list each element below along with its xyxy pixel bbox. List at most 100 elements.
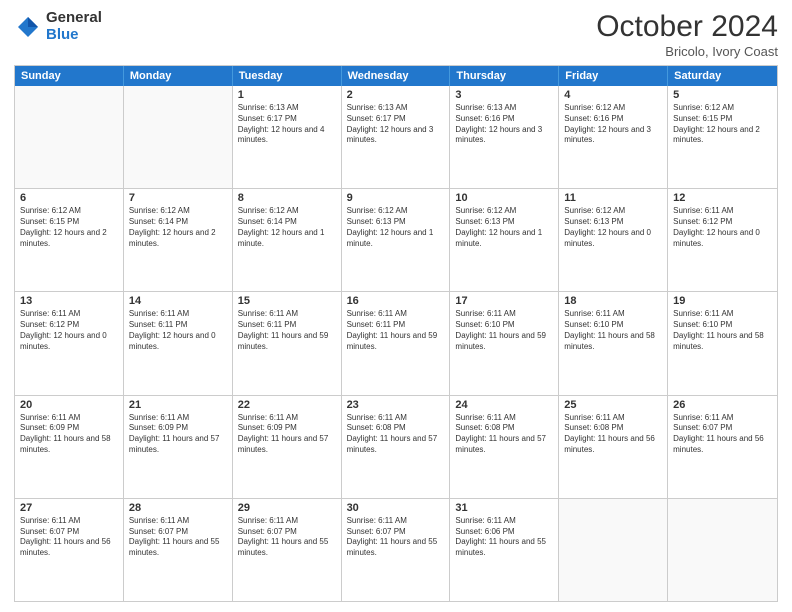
day-header-saturday: Saturday: [668, 66, 777, 86]
calendar-day-15: 15 Sunrise: 6:11 AM Sunset: 6:11 PM Dayli…: [233, 292, 342, 394]
day-header-thursday: Thursday: [450, 66, 559, 86]
calendar-day-13: 13 Sunrise: 6:11 AM Sunset: 6:12 PM Dayli…: [15, 292, 124, 394]
cell-detail: Sunrise: 6:11 AM Sunset: 6:10 PM Dayligh…: [455, 309, 553, 352]
day-number: 22: [238, 399, 336, 411]
day-number: 10: [455, 192, 553, 204]
day-number: 15: [238, 295, 336, 307]
calendar-day-12: 12 Sunrise: 6:11 AM Sunset: 6:12 PM Dayli…: [668, 189, 777, 291]
logo-text: General Blue: [46, 10, 102, 43]
cell-detail: Sunrise: 6:11 AM Sunset: 6:07 PM Dayligh…: [347, 516, 445, 559]
calendar-empty-cell: [559, 499, 668, 601]
day-number: 5: [673, 89, 772, 101]
calendar-day-22: 22 Sunrise: 6:11 AM Sunset: 6:09 PM Dayli…: [233, 396, 342, 498]
calendar-empty-cell: [668, 499, 777, 601]
calendar-day-23: 23Sunrise: 6:11 AM Sunset: 6:08 PM Dayli…: [342, 396, 451, 498]
cell-detail: Sunrise: 6:13 AM Sunset: 6:17 PM Dayligh…: [347, 103, 445, 146]
cell-detail: Sunrise: 6:12 AM Sunset: 6:13 PM Dayligh…: [455, 206, 553, 249]
day-header-friday: Friday: [559, 66, 668, 86]
logo-general: General: [46, 10, 102, 27]
day-header-wednesday: Wednesday: [342, 66, 451, 86]
day-number: 26: [673, 399, 772, 411]
calendar-week-2: 6 Sunrise: 6:12 AM Sunset: 6:15 PM Daylig…: [15, 188, 777, 291]
day-number: 16: [347, 295, 445, 307]
day-number: 11: [564, 192, 662, 204]
day-number: 2: [347, 89, 445, 101]
calendar: SundayMondayTuesdayWednesdayThursdayFrid…: [14, 65, 778, 602]
calendar-day-5: 5 Sunrise: 6:12 AM Sunset: 6:15 PM Daylig…: [668, 86, 777, 188]
logo-blue: Blue: [46, 27, 102, 44]
day-number: 7: [129, 192, 227, 204]
calendar-day-19: 19Sunrise: 6:11 AM Sunset: 6:10 PM Dayli…: [668, 292, 777, 394]
cell-detail: Sunrise: 6:11 AM Sunset: 6:06 PM Dayligh…: [455, 516, 553, 559]
day-number: 29: [238, 502, 336, 514]
cell-detail: Sunrise: 6:12 AM Sunset: 6:15 PM Dayligh…: [673, 103, 772, 146]
day-number: 18: [564, 295, 662, 307]
calendar-week-5: 27 Sunrise: 6:11 AM Sunset: 6:07 PM Dayli…: [15, 498, 777, 601]
day-number: 20: [20, 399, 118, 411]
calendar-body: 1 Sunrise: 6:13 AM Sunset: 6:17 PM Daylig…: [15, 86, 777, 601]
cell-detail: Sunrise: 6:11 AM Sunset: 6:07 PM Dayligh…: [673, 413, 772, 456]
cell-detail: Sunrise: 6:11 AM Sunset: 6:10 PM Dayligh…: [673, 309, 772, 352]
calendar-day-30: 30Sunrise: 6:11 AM Sunset: 6:07 PM Dayli…: [342, 499, 451, 601]
calendar-day-8: 8Sunrise: 6:12 AM Sunset: 6:14 PM Daylig…: [233, 189, 342, 291]
day-number: 6: [20, 192, 118, 204]
calendar-week-3: 13 Sunrise: 6:11 AM Sunset: 6:12 PM Dayli…: [15, 291, 777, 394]
calendar-day-26: 26 Sunrise: 6:11 AM Sunset: 6:07 PM Dayli…: [668, 396, 777, 498]
day-number: 27: [20, 502, 118, 514]
calendar-day-7: 7 Sunrise: 6:12 AM Sunset: 6:14 PM Daylig…: [124, 189, 233, 291]
cell-detail: Sunrise: 6:13 AM Sunset: 6:17 PM Dayligh…: [238, 103, 336, 146]
day-header-tuesday: Tuesday: [233, 66, 342, 86]
header: General Blue October 2024 Bricolo, Ivory…: [14, 10, 778, 59]
cell-detail: Sunrise: 6:12 AM Sunset: 6:14 PM Dayligh…: [129, 206, 227, 249]
day-number: 13: [20, 295, 118, 307]
cell-detail: Sunrise: 6:12 AM Sunset: 6:16 PM Dayligh…: [564, 103, 662, 146]
cell-detail: Sunrise: 6:11 AM Sunset: 6:12 PM Dayligh…: [20, 309, 118, 352]
day-number: 25: [564, 399, 662, 411]
calendar-day-1: 1 Sunrise: 6:13 AM Sunset: 6:17 PM Daylig…: [233, 86, 342, 188]
title-area: October 2024 Bricolo, Ivory Coast: [596, 10, 778, 59]
cell-detail: Sunrise: 6:11 AM Sunset: 6:09 PM Dayligh…: [129, 413, 227, 456]
day-header-sunday: Sunday: [15, 66, 124, 86]
calendar-day-25: 25 Sunrise: 6:11 AM Sunset: 6:08 PM Dayli…: [559, 396, 668, 498]
calendar-day-6: 6 Sunrise: 6:12 AM Sunset: 6:15 PM Daylig…: [15, 189, 124, 291]
cell-detail: Sunrise: 6:11 AM Sunset: 6:08 PM Dayligh…: [564, 413, 662, 456]
cell-detail: Sunrise: 6:11 AM Sunset: 6:11 PM Dayligh…: [238, 309, 336, 352]
cell-detail: Sunrise: 6:11 AM Sunset: 6:09 PM Dayligh…: [238, 413, 336, 456]
calendar-day-2: 2 Sunrise: 6:13 AM Sunset: 6:17 PM Daylig…: [342, 86, 451, 188]
day-number: 14: [129, 295, 227, 307]
cell-detail: Sunrise: 6:12 AM Sunset: 6:15 PM Dayligh…: [20, 206, 118, 249]
location-subtitle: Bricolo, Ivory Coast: [596, 44, 778, 59]
calendar-week-1: 1 Sunrise: 6:13 AM Sunset: 6:17 PM Daylig…: [15, 86, 777, 188]
cell-detail: Sunrise: 6:13 AM Sunset: 6:16 PM Dayligh…: [455, 103, 553, 146]
calendar-day-4: 4 Sunrise: 6:12 AM Sunset: 6:16 PM Daylig…: [559, 86, 668, 188]
day-number: 31: [455, 502, 553, 514]
calendar-day-14: 14 Sunrise: 6:11 AM Sunset: 6:11 PM Dayli…: [124, 292, 233, 394]
calendar-header: SundayMondayTuesdayWednesdayThursdayFrid…: [15, 66, 777, 86]
calendar-day-3: 3Sunrise: 6:13 AM Sunset: 6:16 PM Daylig…: [450, 86, 559, 188]
cell-detail: Sunrise: 6:11 AM Sunset: 6:11 PM Dayligh…: [129, 309, 227, 352]
day-number: 1: [238, 89, 336, 101]
calendar-day-28: 28Sunrise: 6:11 AM Sunset: 6:07 PM Dayli…: [124, 499, 233, 601]
day-number: 24: [455, 399, 553, 411]
cell-detail: Sunrise: 6:11 AM Sunset: 6:08 PM Dayligh…: [455, 413, 553, 456]
day-header-monday: Monday: [124, 66, 233, 86]
logo-icon: [14, 13, 42, 41]
day-number: 12: [673, 192, 772, 204]
cell-detail: Sunrise: 6:12 AM Sunset: 6:13 PM Dayligh…: [564, 206, 662, 249]
day-number: 21: [129, 399, 227, 411]
page: General Blue October 2024 Bricolo, Ivory…: [0, 0, 792, 612]
calendar-day-24: 24 Sunrise: 6:11 AM Sunset: 6:08 PM Dayli…: [450, 396, 559, 498]
cell-detail: Sunrise: 6:12 AM Sunset: 6:14 PM Dayligh…: [238, 206, 336, 249]
calendar-day-16: 16 Sunrise: 6:11 AM Sunset: 6:11 PM Dayli…: [342, 292, 451, 394]
calendar-day-27: 27Sunrise: 6:11 AM Sunset: 6:07 PM Dayli…: [15, 499, 124, 601]
cell-detail: Sunrise: 6:11 AM Sunset: 6:07 PM Dayligh…: [129, 516, 227, 559]
cell-detail: Sunrise: 6:11 AM Sunset: 6:12 PM Dayligh…: [673, 206, 772, 249]
day-number: 4: [564, 89, 662, 101]
day-number: 17: [455, 295, 553, 307]
logo: General Blue: [14, 10, 102, 43]
day-number: 9: [347, 192, 445, 204]
calendar-day-9: 9Sunrise: 6:12 AM Sunset: 6:13 PM Daylig…: [342, 189, 451, 291]
cell-detail: Sunrise: 6:11 AM Sunset: 6:11 PM Dayligh…: [347, 309, 445, 352]
calendar-day-18: 18Sunrise: 6:11 AM Sunset: 6:10 PM Dayli…: [559, 292, 668, 394]
calendar-day-20: 20Sunrise: 6:11 AM Sunset: 6:09 PM Dayli…: [15, 396, 124, 498]
